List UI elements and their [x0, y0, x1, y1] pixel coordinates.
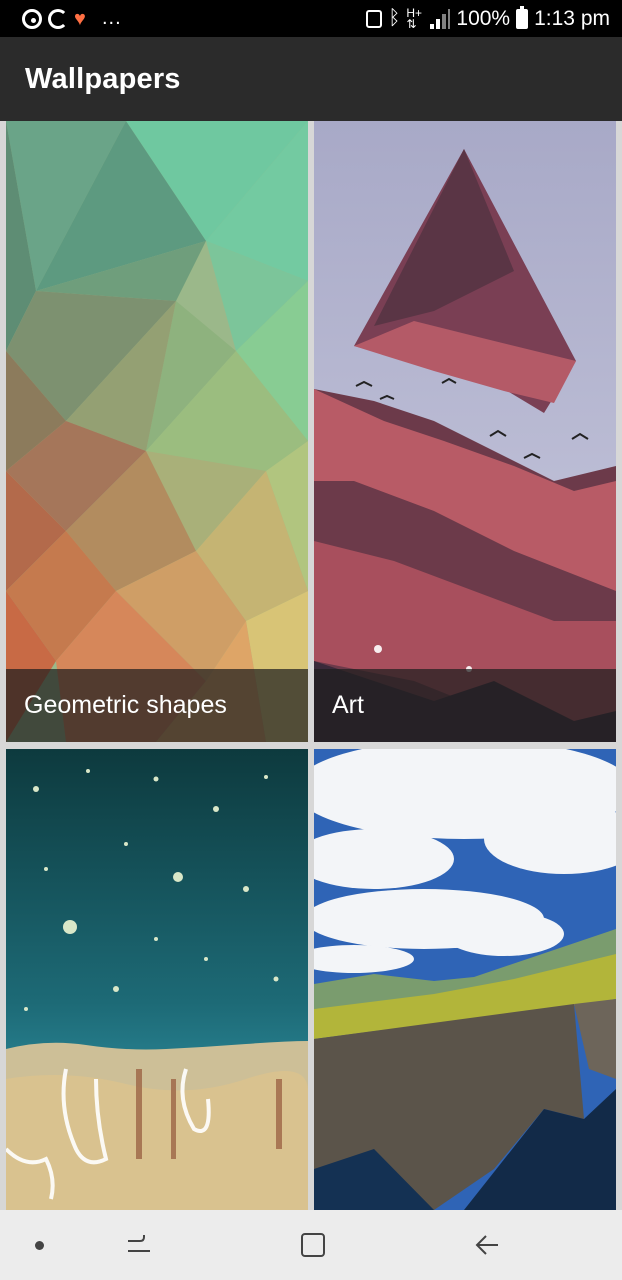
recents-button[interactable] [124, 1230, 154, 1260]
tile-art[interactable]: Art [314, 121, 616, 742]
art-wallpaper-image [314, 121, 616, 742]
cell-signal-icon [428, 8, 451, 29]
tile-geometric-shapes[interactable]: Geometric shapes [6, 121, 308, 742]
tile-label: Art [314, 669, 616, 742]
tile-label: Geometric shapes [6, 669, 308, 742]
sync-arc-icon [48, 8, 68, 29]
status-right-icons: ᛒ H+ ⇅ 100% 1:13 pm [366, 5, 610, 31]
geometric-wallpaper-image [6, 121, 308, 742]
back-button[interactable] [472, 1230, 502, 1260]
navigation-bar [0, 1210, 622, 1280]
battery-icon [516, 5, 529, 29]
battery-percent: 100% [456, 6, 511, 30]
page-title: Wallpapers [25, 62, 181, 95]
status-left-icons: ♥ ... [22, 7, 122, 30]
tile-sea-cliffs[interactable] [314, 749, 616, 1210]
health-heart-icon: ♥ [74, 7, 86, 30]
nfc-icon [366, 9, 383, 28]
app-bar: Wallpapers [0, 37, 622, 121]
cliffs-wallpaper-image [314, 749, 616, 1210]
tile-aerial-coast[interactable] [6, 749, 308, 1210]
home-button[interactable] [298, 1230, 328, 1260]
wallpaper-grid: Geometric shapes Art [0, 121, 622, 1210]
aerial-wallpaper-image [6, 749, 308, 1210]
status-bar: ♥ ... ᛒ H+ ⇅ 100% 1:13 pm [0, 0, 622, 37]
bluetooth-icon: ᛒ [388, 7, 401, 29]
nav-dot-indicator [35, 1241, 44, 1250]
more-notifications: ... [102, 7, 122, 29]
status-time: 1:13 pm [534, 6, 610, 30]
data-saver-icon [22, 8, 42, 29]
hplus-signal-icon: H+ ⇅ [406, 5, 423, 31]
